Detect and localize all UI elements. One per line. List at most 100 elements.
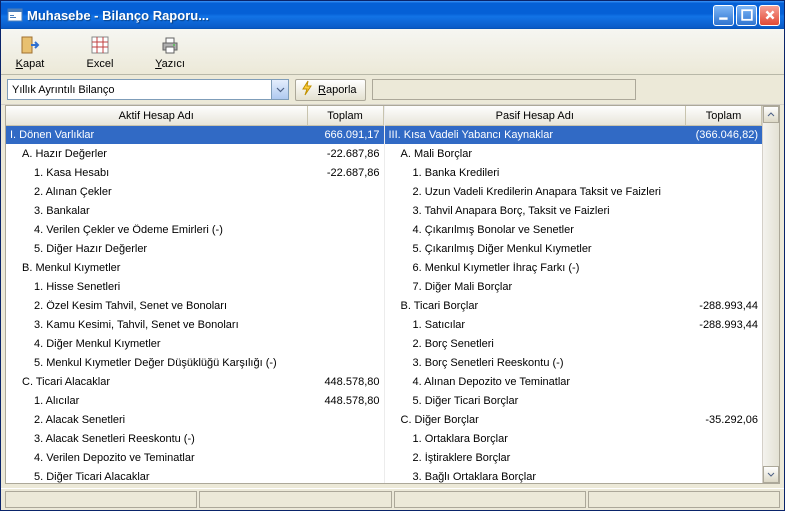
table-row[interactable]: 5. Çıkarılmış Diğer Menkul Kıymetler [385, 240, 763, 259]
table-row[interactable]: C. Diğer Borçlar-35.292,06 [385, 411, 763, 430]
table-row[interactable]: 5. Diğer Ticari Alacaklar [6, 468, 384, 483]
printer-icon [159, 34, 181, 56]
table-row[interactable]: 7. Diğer Mali Borçlar [385, 278, 763, 297]
scroll-up-icon[interactable] [763, 106, 779, 123]
table-row[interactable]: 4. Çıkarılmış Bonolar ve Senetler [385, 221, 763, 240]
table-row[interactable]: 1. Satıcılar-288.993,44 [385, 316, 763, 335]
table-row[interactable]: C. Ticari Alacaklar448.578,80 [6, 373, 384, 392]
left-grid-body[interactable]: I. Dönen Varlıklar666.091,17A. Hazır Değ… [6, 126, 384, 483]
maximize-button[interactable] [736, 5, 757, 26]
row-name: 1. Alıcılar [6, 395, 308, 407]
row-name: III. Kısa Vadeli Yabancı Kaynaklar [385, 129, 687, 141]
row-name: C. Ticari Alacaklar [6, 376, 308, 388]
excel-icon [89, 34, 111, 56]
row-name: 5. Çıkarılmış Diğer Menkul Kıymetler [385, 243, 687, 255]
table-row[interactable]: 3. Kamu Kesimi, Tahvil, Senet ve Bonolar… [6, 316, 384, 335]
table-row[interactable]: 3. Alacak Senetleri Reeskontu (-) [6, 430, 384, 449]
report-type-combo[interactable]: Yıllık Ayrıntılı Bilanço [7, 79, 289, 100]
row-name: 1. Satıcılar [385, 319, 687, 331]
titlebar[interactable]: Muhasebe - Bilanço Raporu... [1, 1, 784, 29]
table-row[interactable]: 3. Tahvil Anapara Borç, Taksit ve Faizle… [385, 202, 763, 221]
row-name: 3. Alacak Senetleri Reeskontu (-) [6, 433, 308, 445]
row-total: -22.687,86 [308, 167, 384, 179]
table-row[interactable]: 3. Bankalar [6, 202, 384, 221]
left-grid: Aktif Hesap Adı Toplam I. Dönen Varlıkla… [6, 106, 384, 483]
table-row[interactable]: III. Kısa Vadeli Yabancı Kaynaklar(366.0… [385, 126, 763, 145]
table-row[interactable]: 2. Borç Senetleri [385, 335, 763, 354]
table-row[interactable]: 5. Diğer Ticari Borçlar [385, 392, 763, 411]
table-row[interactable]: 1. Kasa Hesabı-22.687,86 [6, 164, 384, 183]
app-icon [7, 7, 23, 23]
table-row[interactable]: 4. Diğer Menkul Kıymetler [6, 335, 384, 354]
row-total: 666.091,17 [308, 129, 384, 141]
table-row[interactable]: 1. Ortaklara Borçlar [385, 430, 763, 449]
col-toplam-left-header[interactable]: Toplam [308, 106, 384, 125]
col-toplam-right-header[interactable]: Toplam [686, 106, 762, 125]
row-total: -288.993,44 [686, 300, 762, 312]
close-tool-button[interactable]: Kapat [9, 34, 51, 70]
print-tool-label: Yazıcı [155, 58, 185, 70]
table-row[interactable]: 3. Bağlı Ortaklara Borçlar [385, 468, 763, 483]
table-row[interactable]: 5. Diğer Hazır Değerler [6, 240, 384, 259]
report-button-label: Raporla [318, 84, 357, 96]
status-pane-2 [199, 491, 391, 508]
table-row[interactable]: 4. Verilen Çekler ve Ödeme Emirleri (-) [6, 221, 384, 240]
minimize-button[interactable] [713, 5, 734, 26]
table-row[interactable]: 2. Alınan Çekler [6, 183, 384, 202]
row-name: B. Ticari Borçlar [385, 300, 687, 312]
table-row[interactable]: 6. Menkul Kıymetler İhraç Farkı (-) [385, 259, 763, 278]
table-row[interactable]: A. Mali Borçlar [385, 145, 763, 164]
row-name: 4. Verilen Çekler ve Ödeme Emirleri (-) [6, 224, 308, 236]
row-name: 1. Kasa Hesabı [6, 167, 308, 179]
vertical-scrollbar[interactable] [762, 106, 779, 483]
row-name: 5. Diğer Ticari Alacaklar [6, 471, 308, 483]
row-total: (366.046,82) [686, 129, 762, 141]
combo-value: Yıllık Ayrıntılı Bilanço [12, 84, 271, 96]
table-row[interactable]: B. Menkul Kıymetler [6, 259, 384, 278]
left-grid-header: Aktif Hesap Adı Toplam [6, 106, 384, 126]
table-row[interactable]: 1. Alıcılar448.578,80 [6, 392, 384, 411]
row-name: 5. Menkul Kıymetler Değer Düşüklüğü Karş… [6, 357, 308, 369]
excel-tool-button[interactable]: Excel [79, 34, 121, 70]
row-name: 6. Menkul Kıymetler İhraç Farkı (-) [385, 262, 687, 274]
row-name: 3. Kamu Kesimi, Tahvil, Senet ve Bonolar… [6, 319, 308, 331]
table-row[interactable]: I. Dönen Varlıklar666.091,17 [6, 126, 384, 145]
row-name: A. Mali Borçlar [385, 148, 687, 160]
row-name: 5. Diğer Hazır Değerler [6, 243, 308, 255]
col-pasif-header[interactable]: Pasif Hesap Adı [385, 106, 687, 125]
scroll-down-icon[interactable] [763, 466, 779, 483]
table-row[interactable]: 3. Borç Senetleri Reeskontu (-) [385, 354, 763, 373]
status-pane-4 [588, 491, 780, 508]
row-name: B. Menkul Kıymetler [6, 262, 308, 274]
row-total: -35.292,06 [686, 414, 762, 426]
table-row[interactable]: 4. Verilen Depozito ve Teminatlar [6, 449, 384, 468]
row-name: 4. Çıkarılmış Bonolar ve Senetler [385, 224, 687, 236]
table-row[interactable]: 2. İştiraklere Borçlar [385, 449, 763, 468]
table-row[interactable]: 5. Menkul Kıymetler Değer Düşüklüğü Karş… [6, 354, 384, 373]
chevron-down-icon[interactable] [271, 80, 288, 99]
table-row[interactable]: 2. Alacak Senetleri [6, 411, 384, 430]
row-total: 448.578,80 [308, 395, 384, 407]
table-row[interactable]: 2. Özel Kesim Tahvil, Senet ve Bonoları [6, 297, 384, 316]
scroll-track[interactable] [763, 123, 779, 466]
row-name: 1. Hisse Senetleri [6, 281, 308, 293]
row-total: -288.993,44 [686, 319, 762, 331]
close-button[interactable] [759, 5, 780, 26]
table-row[interactable]: B. Ticari Borçlar-288.993,44 [385, 297, 763, 316]
status-pane-1 [5, 491, 197, 508]
row-name: 2. Özel Kesim Tahvil, Senet ve Bonoları [6, 300, 308, 312]
right-grid-body[interactable]: III. Kısa Vadeli Yabancı Kaynaklar(366.0… [385, 126, 763, 483]
table-row[interactable]: 1. Banka Kredileri [385, 164, 763, 183]
table-row[interactable]: 1. Hisse Senetleri [6, 278, 384, 297]
col-aktif-header[interactable]: Aktif Hesap Adı [6, 106, 308, 125]
table-row[interactable]: 2. Uzun Vadeli Kredilerin Anapara Taksit… [385, 183, 763, 202]
print-tool-button[interactable]: Yazıcı [149, 34, 191, 70]
toolbar: Kapat Excel Yazıcı [1, 29, 784, 75]
table-row[interactable]: 4. Alınan Depozito ve Teminatlar [385, 373, 763, 392]
row-name: 3. Borç Senetleri Reeskontu (-) [385, 357, 687, 369]
row-name: 2. Alacak Senetleri [6, 414, 308, 426]
row-name: 2. Borç Senetleri [385, 338, 687, 350]
row-name: 7. Diğer Mali Borçlar [385, 281, 687, 293]
table-row[interactable]: A. Hazır Değerler-22.687,86 [6, 145, 384, 164]
report-button[interactable]: Raporla [295, 79, 366, 101]
